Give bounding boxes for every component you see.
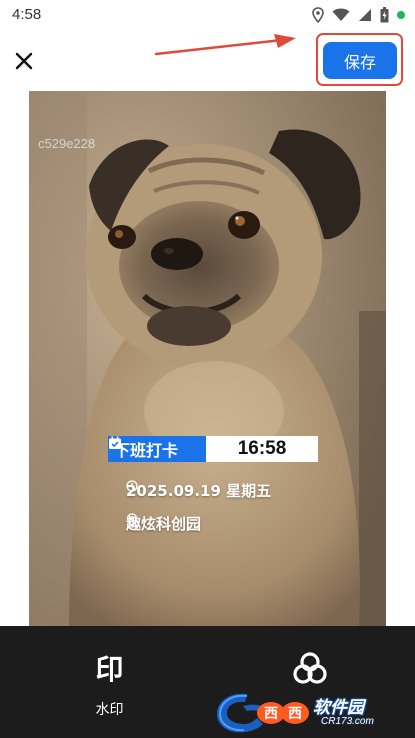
watermark-tool-label: 水印 [95, 702, 124, 718]
photo-preview: c529e228 下班打卡 16:58 2025.09.19 星期五 趣炫科创园 [29, 91, 386, 627]
page: 4:58 保存 c529e228 下班打卡 16:58 2025.09.19 星… [0, 0, 415, 738]
watermark-tool-button[interactable]: 印 水印 [72, 648, 147, 728]
battery-icon [380, 7, 389, 23]
calendar-check-icon [109, 436, 121, 449]
stamp-date-row: 2025.09.19 星期五 [126, 480, 271, 501]
stamp-location-row: 趣炫科创园 [126, 513, 201, 534]
status-icons [312, 6, 405, 24]
location-pin-icon [126, 513, 138, 527]
status-bar: 4:58 [0, 0, 415, 30]
photo-id-watermark: c529e228 [38, 136, 96, 151]
site-logo-name: 软件园 [313, 698, 364, 718]
filter-tool-button[interactable] [280, 650, 340, 690]
clock-icon [126, 480, 138, 492]
save-button[interactable]: 保存 [323, 42, 397, 79]
site-logo-watermark: 西 西 软件园 CR173.com [213, 688, 413, 736]
watermark-icon: 印 [95, 653, 124, 686]
pug-photo [29, 91, 386, 627]
location-icon [312, 7, 324, 23]
stamp-badge: 下班打卡 [108, 436, 206, 462]
filter-icon [293, 652, 327, 684]
svg-text:西: 西 [288, 706, 302, 722]
stamp-badge-label: 下班打卡 [114, 441, 179, 460]
wifi-icon [332, 8, 350, 22]
close-icon [15, 52, 33, 70]
stamp-date: 2025.09.19 星期五 [126, 482, 272, 500]
notification-dot-icon [397, 11, 405, 19]
svg-text:西: 西 [264, 706, 278, 722]
clock-out-stamp: 下班打卡 16:58 [108, 436, 318, 462]
close-button[interactable] [10, 47, 38, 75]
status-time: 4:58 [12, 6, 42, 23]
site-logo-url: CR173.com [321, 716, 374, 727]
annotation-arrow-icon [154, 34, 296, 56]
stamp-time: 16:58 [206, 436, 318, 462]
signal-icon [358, 8, 372, 22]
